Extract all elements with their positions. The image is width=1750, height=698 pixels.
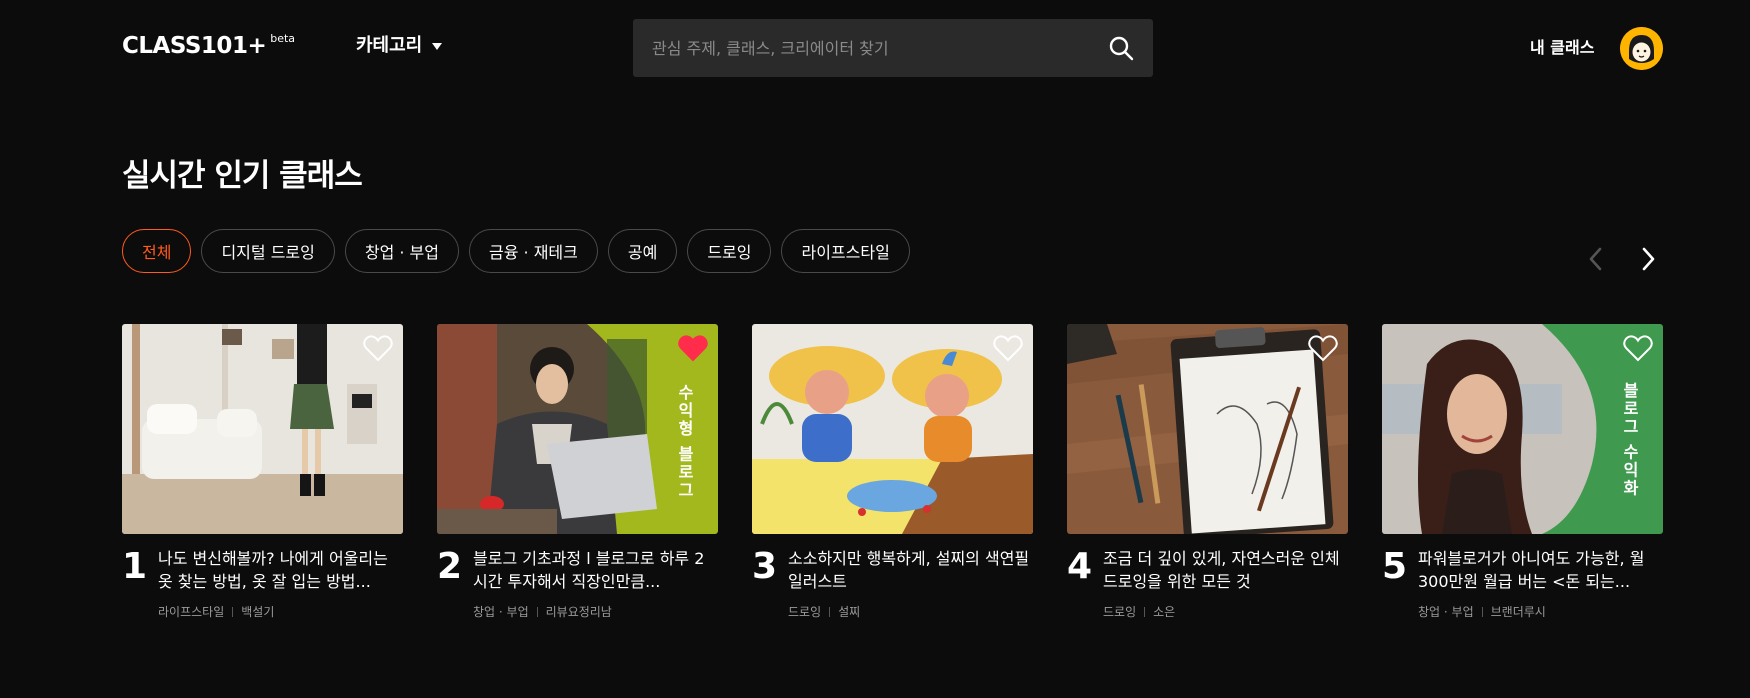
class-title: 파워블로거가 아니여도 가능한, 월 300만원 월급 버는 <돈 되는... [1418,549,1645,591]
class-thumbnail [1067,324,1348,534]
class-meta: 드로잉 소은 [1103,603,1175,620]
rank-number: 5 [1382,546,1408,587]
class-meta: 라이프스타일 백설기 [158,603,274,620]
thumbnail-overlay-text: 수익형 블로그 [675,384,694,500]
category-label: 카테고리 [356,35,423,56]
class-category: 라이프스타일 [158,605,225,619]
user-avatar[interactable] [1620,27,1663,70]
class-card[interactable]: 3 소소하지만 행복하게, 설찌의 색연필 일러스트 드로잉 설찌 [752,324,1033,624]
class-meta: 드로잉 설찌 [788,603,860,620]
heart-icon[interactable] [993,334,1023,362]
sketch-clipboard-image [1067,324,1348,534]
chip-lifestyle[interactable]: 라이프스타일 [781,229,910,273]
class-creator: 리뷰요정리남 [545,605,612,619]
search-bar [633,19,1153,77]
illustration-image [752,324,1033,534]
chip-finance[interactable]: 금융 · 재테크 [469,229,598,273]
class-title: 소소하지만 행복하게, 설찌의 색연필 일러스트 [788,549,1030,591]
beta-badge: beta [270,32,296,45]
top-header: CLASS101+ beta 카테고리 내 클래스 [0,0,1750,94]
chip-drawing[interactable]: 드로잉 [687,229,772,273]
category-chips: 전체 디지털 드로잉 창업 · 부업 금융 · 재테크 공예 드로잉 라이프스타… [122,229,910,273]
class-title: 블로그 기초과정 l 블로그로 하루 2시간 투자해서 직장인만큼... [473,549,705,591]
class101-logo[interactable]: CLASS101+ beta [122,32,296,60]
class-meta: 창업 · 부업 리뷰요정리남 [473,603,612,620]
section-title: 실시간 인기 클래스 [122,158,363,194]
rank-number: 2 [437,546,463,587]
class-card[interactable]: 블로그 수익화 5 파워블로거가 아니여도 가능한, 월 300만원 월급 버는… [1382,324,1663,624]
class-category: 창업 · 부업 [473,605,529,619]
class-category: 창업 · 부업 [1418,605,1474,619]
chip-startup-sidejob[interactable]: 창업 · 부업 [344,229,459,273]
meta-divider [1481,606,1483,617]
class-meta: 창업 · 부업 브랜더루시 [1418,603,1546,620]
caret-down-icon [432,42,443,50]
class-category: 드로잉 [1103,605,1137,619]
thumbnail-overlay-text: 블로그 수익화 [1620,382,1639,498]
meta-divider [829,606,831,617]
rank-number: 3 [752,546,778,587]
chevron-right-icon[interactable] [1636,244,1660,274]
class-title: 나도 변신해볼까? 나에게 어울리는 옷 찾는 방법, 옷 잘 입는 방법... [158,549,388,591]
rank-number: 1 [122,546,148,587]
chevron-left-icon[interactable] [1584,244,1608,274]
class-thumbnail [122,324,403,534]
class-creator: 백설기 [241,605,275,619]
heart-icon[interactable] [678,334,708,362]
heart-icon[interactable] [1308,334,1338,362]
chip-all[interactable]: 전체 [122,229,192,273]
rank-number: 4 [1067,546,1093,587]
class-creator: 소은 [1153,605,1176,619]
class-thumbnail: 수익형 블로그 [437,324,718,534]
category-dropdown[interactable]: 카테고리 [356,34,443,58]
class-card[interactable]: 1 나도 변신해볼까? 나에게 어울리는 옷 찾는 방법, 옷 잘 입는 방법.… [122,324,403,624]
class-creator: 설찌 [838,605,861,619]
my-class-link[interactable]: 내 클래스 [1530,37,1594,59]
chip-crafts[interactable]: 공예 [607,229,678,273]
logo-text: CLASS101+ [122,33,267,59]
class-card[interactable]: 수익형 블로그 2 블로그 기초과정 l 블로그로 하루 2시간 투자해서 직장… [437,324,718,624]
fashion-photo-image [122,324,403,534]
meta-divider [232,606,234,617]
meta-divider [536,606,538,617]
class-creator: 브랜더루시 [1490,605,1546,619]
search-input[interactable] [633,19,1093,77]
heart-icon[interactable] [363,334,393,362]
class-title: 조금 더 깊이 있게, 자연스러운 인체 드로잉을 위한 모든 것 [1103,549,1340,591]
meta-divider [1144,606,1146,617]
heart-icon[interactable] [1623,334,1653,362]
search-icon[interactable] [1108,35,1134,61]
class-card[interactable]: 4 조금 더 깊이 있게, 자연스러운 인체 드로잉을 위한 모든 것 드로잉 … [1067,324,1348,624]
class-thumbnail: 블로그 수익화 [1382,324,1663,534]
avatar-face-icon [1620,27,1663,70]
chip-digital-drawing[interactable]: 디지털 드로잉 [201,229,335,273]
class-thumbnail [752,324,1033,534]
class-category: 드로잉 [788,605,822,619]
